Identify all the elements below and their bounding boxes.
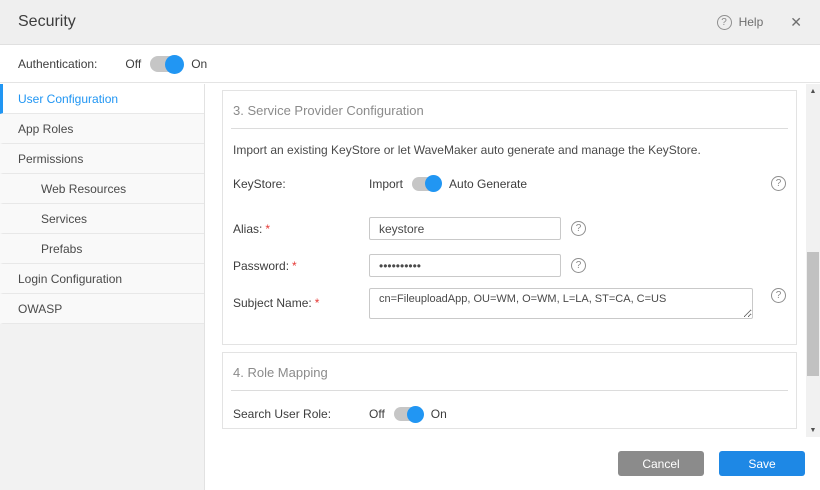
toggle-knob [407, 406, 424, 423]
keystore-help-icon[interactable]: ? [771, 176, 786, 191]
cancel-button[interactable]: Cancel [618, 451, 704, 476]
help-link[interactable]: Help [739, 15, 764, 29]
window-header: Security ? Help ✕ [0, 0, 820, 45]
sidebar-item-services[interactable]: Services [0, 204, 204, 234]
password-row: Password:* ? [231, 254, 788, 277]
header-actions: ? Help ✕ [717, 14, 802, 31]
sidebar-item-owasp[interactable]: OWASP [0, 294, 204, 324]
sidebar-item-permissions[interactable]: Permissions [0, 144, 204, 174]
keystore-row: KeyStore: Import Auto Generate ? [231, 176, 788, 191]
close-icon[interactable]: ✕ [790, 14, 802, 31]
scrollbar-thumb[interactable] [807, 252, 819, 376]
required-asterisk: * [292, 259, 297, 273]
required-asterisk: * [315, 296, 320, 310]
sidebar-item-prefabs[interactable]: Prefabs [0, 234, 204, 264]
scroll-down-icon[interactable]: ▼ [806, 423, 820, 437]
vertical-scrollbar[interactable]: ▲ ▼ [806, 84, 820, 437]
sidebar: User Configuration App Roles Permissions… [0, 84, 205, 490]
search-user-role-label: Search User Role: [233, 407, 369, 421]
sidebar-item-user-configuration[interactable]: User Configuration [0, 84, 204, 114]
authentication-toggle[interactable] [150, 56, 182, 72]
authentication-label: Authentication: [18, 57, 97, 71]
keystore-label: KeyStore: [233, 177, 369, 191]
alias-input[interactable] [369, 217, 561, 240]
alias-label-text: Alias: [233, 222, 262, 236]
section-divider [231, 390, 788, 391]
authentication-bar: Authentication: Off On [0, 46, 820, 83]
password-label: Password:* [233, 259, 369, 273]
alias-label: Alias:* [233, 222, 369, 236]
alias-row: Alias:* ? [231, 217, 788, 240]
search-user-role-row: Search User Role: Off On [231, 407, 788, 421]
subject-name-help-icon[interactable]: ? [771, 288, 786, 303]
keystore-import-label: Import [369, 177, 403, 191]
section-title: 4. Role Mapping [231, 361, 788, 380]
section-service-provider-configuration: 3. Service Provider Configuration Import… [222, 90, 797, 345]
subject-name-label-text: Subject Name: [233, 296, 312, 310]
search-user-role-off-label: Off [369, 407, 385, 421]
main-content: 3. Service Provider Configuration Import… [206, 84, 820, 437]
authentication-on-label: On [191, 57, 207, 71]
authentication-off-label: Off [125, 57, 141, 71]
password-input[interactable] [369, 254, 561, 277]
toggle-knob [425, 175, 442, 192]
alias-help-icon[interactable]: ? [571, 221, 586, 236]
sidebar-item-app-roles[interactable]: App Roles [0, 114, 204, 144]
toggle-knob [165, 55, 184, 74]
keystore-description: Import an existing KeyStore or let WaveM… [233, 143, 788, 157]
keystore-auto-generate-label: Auto Generate [449, 177, 527, 191]
subject-name-textarea[interactable]: cn=FileuploadApp, OU=WM, O=WM, L=LA, ST=… [369, 288, 753, 319]
sidebar-item-login-configuration[interactable]: Login Configuration [0, 264, 204, 294]
search-user-role-toggle[interactable] [394, 407, 422, 421]
save-button[interactable]: Save [719, 451, 805, 476]
scroll-up-icon[interactable]: ▲ [806, 84, 820, 98]
search-user-role-on-label: On [431, 407, 447, 421]
section-divider [231, 128, 788, 129]
help-icon[interactable]: ? [717, 15, 732, 30]
keystore-toggle[interactable] [412, 177, 440, 191]
subject-name-label: Subject Name:* [233, 288, 369, 310]
subject-name-row: Subject Name:* cn=FileuploadApp, OU=WM, … [231, 288, 788, 319]
password-label-text: Password: [233, 259, 289, 273]
page-title: Security [18, 13, 76, 31]
required-asterisk: * [265, 222, 270, 236]
footer-actions: Cancel Save [206, 437, 820, 490]
section-title: 3. Service Provider Configuration [231, 99, 788, 118]
password-help-icon[interactable]: ? [571, 258, 586, 273]
section-role-mapping: 4. Role Mapping Search User Role: Off On [222, 352, 797, 429]
sidebar-item-web-resources[interactable]: Web Resources [0, 174, 204, 204]
